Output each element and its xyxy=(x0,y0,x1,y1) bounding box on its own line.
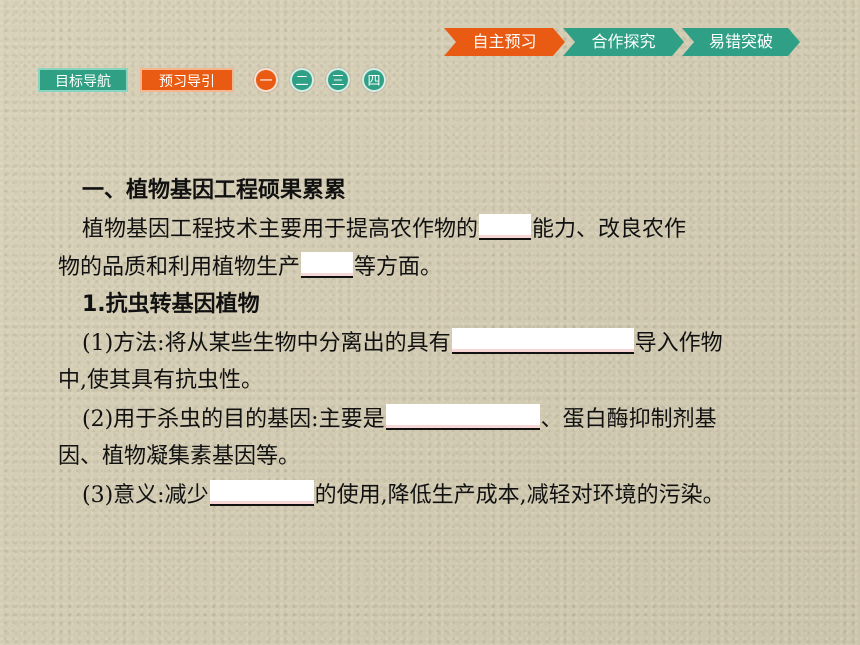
item-1-line-1-part-1: (1)方法:将从某些生物中分离出的具有 xyxy=(82,331,451,356)
step-two-icon[interactable]: 二 xyxy=(290,68,314,92)
item-1-line-1: (1)方法:将从某些生物中分离出的具有 导入作物 xyxy=(58,324,818,362)
item-2-line-1-part-1: (2)用于杀虫的目的基因:主要是 xyxy=(82,407,385,432)
item-1-line-1-part-2: 导入作物 xyxy=(634,331,723,356)
answer-blank-5 xyxy=(209,480,314,506)
paragraph-line-1-part-2: 能力、改良农作 xyxy=(532,217,687,242)
paragraph-line-1: 植物基因工程技术主要用于提高农作物的 能力、改良农作 xyxy=(58,210,818,248)
target-navigation-label: 目标导航 xyxy=(55,74,111,90)
answer-blank-1 xyxy=(479,214,532,240)
item-2-line-1: (2)用于杀虫的目的基因:主要是 、蛋白酶抑制剂基 xyxy=(58,400,818,438)
tab-self-preview-label: 自主预习 xyxy=(472,32,537,51)
heading-plant-gene-engineering-text: 一、植物基因工程硕果累累 xyxy=(82,178,347,203)
section-insect-resistant-plants-text: 1.抗虫转基因植物 xyxy=(82,292,260,317)
tab-collaborative-inquiry[interactable]: 合作探究 xyxy=(563,28,684,56)
heading-plant-gene-engineering: 一、植物基因工程硕果累累 xyxy=(58,172,818,210)
tab-collaborative-inquiry-label: 合作探究 xyxy=(591,32,656,51)
tab-error-prone-breakthrough-label: 易错突破 xyxy=(708,32,773,51)
step-four-icon[interactable]: 四 xyxy=(362,68,386,92)
item-1-line-2: 中,使其具有抗虫性。 xyxy=(58,362,818,400)
step-one-icon[interactable]: 一 xyxy=(254,68,278,92)
target-navigation-button[interactable]: 目标导航 xyxy=(38,68,128,92)
item-3-line-1-part-1: (3)意义:减少 xyxy=(82,483,209,508)
step-three-icon[interactable]: 三 xyxy=(326,68,350,92)
paragraph-line-1-part-1: 植物基因工程技术主要用于提高农作物的 xyxy=(82,217,479,242)
step-two-label: 二 xyxy=(295,74,309,89)
tab-error-prone-breakthrough[interactable]: 易错突破 xyxy=(682,28,800,56)
answer-blank-3 xyxy=(451,328,634,354)
paragraph-line-2-part-1: 物的品质和利用植物生产 xyxy=(58,255,301,280)
item-1-line-2-text: 中,使其具有抗虫性。 xyxy=(58,368,263,393)
paragraph-line-2-part-2: 等方面。 xyxy=(354,255,443,280)
preview-guide-button[interactable]: 预习导引 xyxy=(140,68,234,92)
step-three-label: 三 xyxy=(331,74,345,89)
step-one-label: 一 xyxy=(259,74,273,89)
item-3-line-1-part-2: 的使用,降低生产成本,减轻对环境的污染。 xyxy=(314,483,725,508)
answer-blank-4 xyxy=(385,404,540,430)
answer-blank-2 xyxy=(301,252,354,278)
item-2-line-2-text: 因、植物凝集素基因等。 xyxy=(58,444,301,469)
item-2-line-2: 因、植物凝集素基因等。 xyxy=(58,438,818,476)
tab-self-preview[interactable]: 自主预习 xyxy=(444,28,565,56)
paragraph-line-2: 物的品质和利用植物生产 等方面。 xyxy=(58,248,818,286)
section-insect-resistant-plants: 1.抗虫转基因植物 xyxy=(58,286,818,324)
item-2-line-1-part-2: 、蛋白酶抑制剂基 xyxy=(540,407,717,432)
step-four-label: 四 xyxy=(367,74,381,89)
item-3-line-1: (3)意义:减少 的使用,降低生产成本,减轻对环境的污染。 xyxy=(58,476,818,514)
top-navigation: 自主预习 合作探究 易错突破 xyxy=(444,28,800,56)
left-navigation: 目标导航 预习导引 一 二 三 四 xyxy=(38,68,398,92)
preview-guide-label: 预习导引 xyxy=(159,74,215,90)
lesson-content: 一、植物基因工程硕果累累 植物基因工程技术主要用于提高农作物的 能力、改良农作 物… xyxy=(58,172,818,514)
